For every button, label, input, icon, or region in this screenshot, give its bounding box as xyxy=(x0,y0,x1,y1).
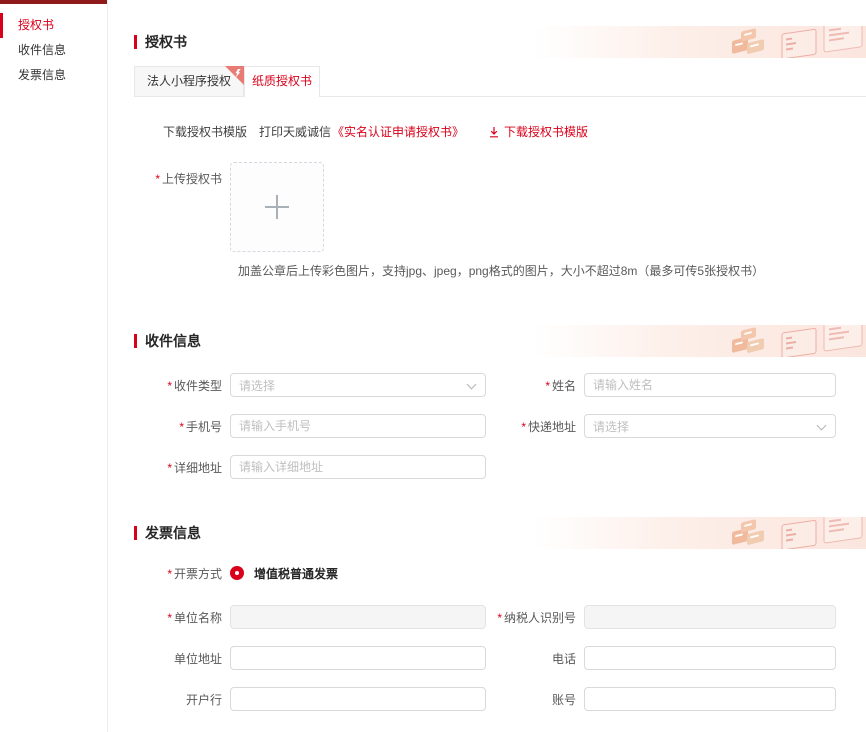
decor-banner xyxy=(534,325,866,357)
sidebar-item-recipient-info[interactable]: 收件信息 xyxy=(0,38,107,63)
phone-input[interactable] xyxy=(230,414,486,438)
section-title-accent-bar xyxy=(134,526,137,540)
section-header-invoice: 发票信息 xyxy=(134,517,866,549)
recipient-form: *收件类型 请选择 *姓名 *手机号 xyxy=(134,373,866,479)
field-label-account: 账号 xyxy=(488,691,584,708)
required-mark: * xyxy=(167,567,172,581)
chevron-down-icon xyxy=(467,380,477,390)
field-label-phone: *手机号 xyxy=(134,418,230,435)
tab-label: 纸质授权书 xyxy=(252,74,312,88)
required-mark: * xyxy=(545,379,550,393)
required-mark: * xyxy=(155,172,160,186)
required-mark: * xyxy=(167,611,172,625)
invoice-method-row: *开票方式 增值税普通发票 xyxy=(134,563,866,583)
upload-area-wrap xyxy=(230,162,324,252)
required-mark: * xyxy=(167,461,172,475)
download-template-row: 下载授权书模版 打印天威诚信 《实名认证申请授权书》 下载授权书模版 xyxy=(163,123,866,140)
section-header-recipient: 收件信息 xyxy=(134,325,866,357)
download-template-link[interactable]: 下载授权书模版 xyxy=(504,123,588,140)
tab-label: 法人小程序授权 xyxy=(147,74,231,88)
detail-address-input[interactable] xyxy=(230,455,486,479)
field-label-recipient-type: *收件类型 xyxy=(134,377,230,394)
decor-illustration xyxy=(534,517,866,549)
sidebar-item-invoice-info[interactable]: 发票信息 xyxy=(0,63,107,88)
tab-legal-person-miniprogram[interactable]: 法人小程序授权 xyxy=(134,66,244,97)
download-sentence: 打印天威诚信 xyxy=(259,123,331,140)
auth-tab-bar: 法人小程序授权 纸质授权书 xyxy=(134,66,866,97)
sidebar: 授权书 收件信息 发票信息 xyxy=(0,0,108,732)
radio-option-label: 增值税普通发票 xyxy=(254,565,338,582)
taxpayer-id-input xyxy=(584,605,836,629)
name-input[interactable] xyxy=(584,373,836,397)
company-name-input xyxy=(230,605,486,629)
field-label-name: *姓名 xyxy=(488,377,584,394)
field-label-bank: 开户行 xyxy=(134,691,230,708)
tab-paper-authorization[interactable]: 纸质授权书 xyxy=(244,66,320,97)
recipient-type-select[interactable]: 请选择 xyxy=(230,373,486,397)
upload-dropzone[interactable] xyxy=(230,162,324,252)
select-placeholder: 请选择 xyxy=(593,418,629,435)
required-mark: * xyxy=(179,420,184,434)
section-header-authorization: 授权书 xyxy=(134,26,866,58)
field-label-taxpayer-id: *纳税人识别号 xyxy=(488,609,584,626)
download-template-label: 下载授权书模版 xyxy=(163,123,247,140)
required-mark: * xyxy=(521,420,526,434)
plus-icon xyxy=(276,195,278,219)
section-title-authorization: 授权书 xyxy=(145,32,187,52)
invoice-form: *单位名称 *纳税人识别号 单位地址 电话 xyxy=(134,605,866,711)
upload-hint-text: 加盖公章后上传彩色图片，支持jpg、jpeg，png格式的图片，大小不超过8m（… xyxy=(238,262,866,279)
document-name-link[interactable]: 《实名认证申请授权书》 xyxy=(332,123,464,140)
field-label-upload-authorization: *上传授权书 xyxy=(134,162,230,252)
recommended-corner-badge-icon xyxy=(225,66,244,85)
field-label-courier-address: *快递地址 xyxy=(488,418,584,435)
sidebar-item-authorization[interactable]: 授权书 xyxy=(0,13,107,38)
decor-banner xyxy=(534,26,866,58)
courier-address-select[interactable]: 请选择 xyxy=(584,414,836,438)
section-title-recipient: 收件信息 xyxy=(145,331,201,351)
bank-input[interactable] xyxy=(230,687,486,711)
upload-authorization-row: *上传授权书 xyxy=(134,162,866,252)
radio-vat-ordinary-invoice[interactable] xyxy=(230,566,244,580)
decor-illustration xyxy=(534,26,866,58)
select-placeholder: 请选择 xyxy=(239,377,275,394)
decor-banner xyxy=(534,517,866,549)
download-icon[interactable] xyxy=(488,126,500,138)
field-label-detail-address: *详细地址 xyxy=(134,459,230,476)
account-input[interactable] xyxy=(584,687,836,711)
section-title-accent-bar xyxy=(134,334,137,348)
chevron-down-icon xyxy=(817,421,827,431)
required-mark: * xyxy=(497,611,502,625)
company-address-input[interactable] xyxy=(230,646,486,670)
field-label-company-name: *单位名称 xyxy=(134,609,230,626)
section-title-accent-bar xyxy=(134,35,137,49)
required-mark: * xyxy=(167,379,172,393)
field-label-company-address: 单位地址 xyxy=(134,650,230,667)
field-label-telephone: 电话 xyxy=(488,650,584,667)
telephone-input[interactable] xyxy=(584,646,836,670)
main-content: 授权书 xyxy=(108,0,866,732)
section-title-invoice: 发票信息 xyxy=(145,523,201,543)
field-label-invoice-method: *开票方式 xyxy=(134,565,230,582)
decor-illustration xyxy=(534,325,866,357)
sidebar-nav: 授权书 收件信息 发票信息 xyxy=(0,4,107,88)
